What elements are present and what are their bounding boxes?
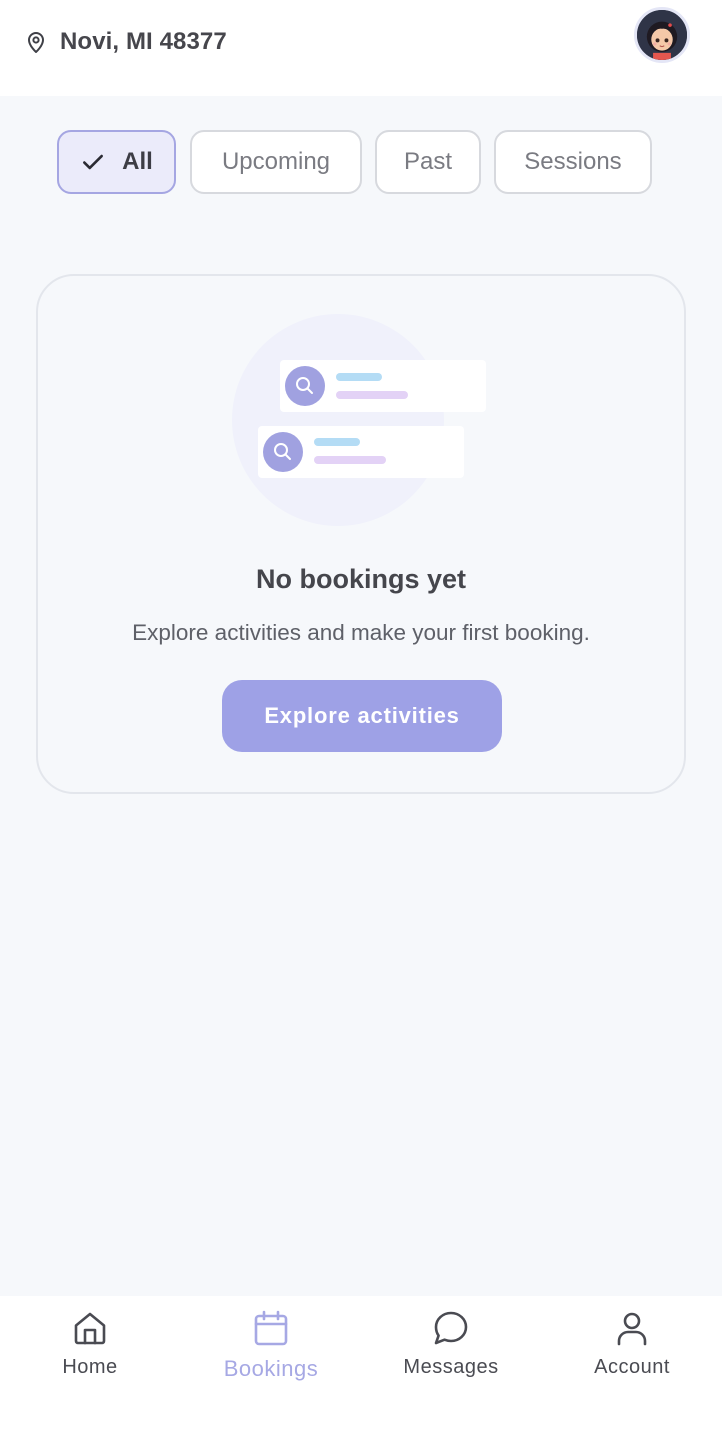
explore-activities-button[interactable]: Explore activities bbox=[222, 680, 502, 752]
location-label: Novi, MI 48377 bbox=[60, 28, 227, 55]
avatar-image bbox=[637, 10, 687, 60]
filter-chip-label: All bbox=[122, 148, 153, 175]
bookings-content: All Upcoming Past Sessions No bookings y… bbox=[0, 96, 722, 1296]
nav-item-messages[interactable]: Messages bbox=[361, 1308, 541, 1392]
top-header: Novi, MI 48377 bbox=[0, 0, 722, 96]
bottom-navigation: Home Bookings Messages Account bbox=[0, 1296, 722, 1448]
nav-label-account: Account bbox=[594, 1356, 670, 1378]
nav-item-account[interactable]: Account bbox=[542, 1308, 722, 1392]
filter-chip-all[interactable]: All bbox=[57, 130, 176, 194]
user-avatar[interactable] bbox=[634, 7, 690, 63]
chat-bubble-icon bbox=[434, 1311, 468, 1345]
nav-label-messages: Messages bbox=[403, 1356, 499, 1378]
bookings-screen: Novi, MI 48377 All Upcoming Past Session… bbox=[0, 0, 722, 1448]
filter-chip-upcoming[interactable]: Upcoming bbox=[190, 130, 362, 194]
search-results-illustration bbox=[228, 314, 498, 530]
map-pin-icon bbox=[28, 32, 44, 53]
filter-chip-label: Sessions bbox=[524, 148, 622, 175]
booking-filter-chips: All Upcoming Past Sessions bbox=[0, 130, 722, 194]
nav-item-bookings[interactable]: Bookings bbox=[181, 1308, 361, 1392]
calendar-icon bbox=[254, 1310, 288, 1346]
nav-label-bookings: Bookings bbox=[223, 1356, 319, 1381]
location-selector[interactable]: Novi, MI 48377 bbox=[24, 26, 227, 58]
user-icon bbox=[617, 1312, 647, 1346]
check-icon bbox=[83, 154, 104, 170]
home-icon bbox=[74, 1312, 106, 1345]
empty-state-subtitle: Explore activities and make your first b… bbox=[132, 620, 590, 645]
empty-state-title: No bookings yet bbox=[255, 564, 466, 594]
filter-chip-past[interactable]: Past bbox=[375, 130, 481, 194]
filter-chip-sessions[interactable]: Sessions bbox=[494, 130, 652, 194]
nav-label-home: Home bbox=[62, 1356, 118, 1378]
empty-state-card: No bookings yet Explore activities and m… bbox=[36, 274, 686, 794]
nav-item-home[interactable]: Home bbox=[0, 1308, 180, 1392]
filter-chip-label: Past bbox=[403, 148, 453, 175]
filter-chip-label: Upcoming bbox=[221, 148, 331, 175]
